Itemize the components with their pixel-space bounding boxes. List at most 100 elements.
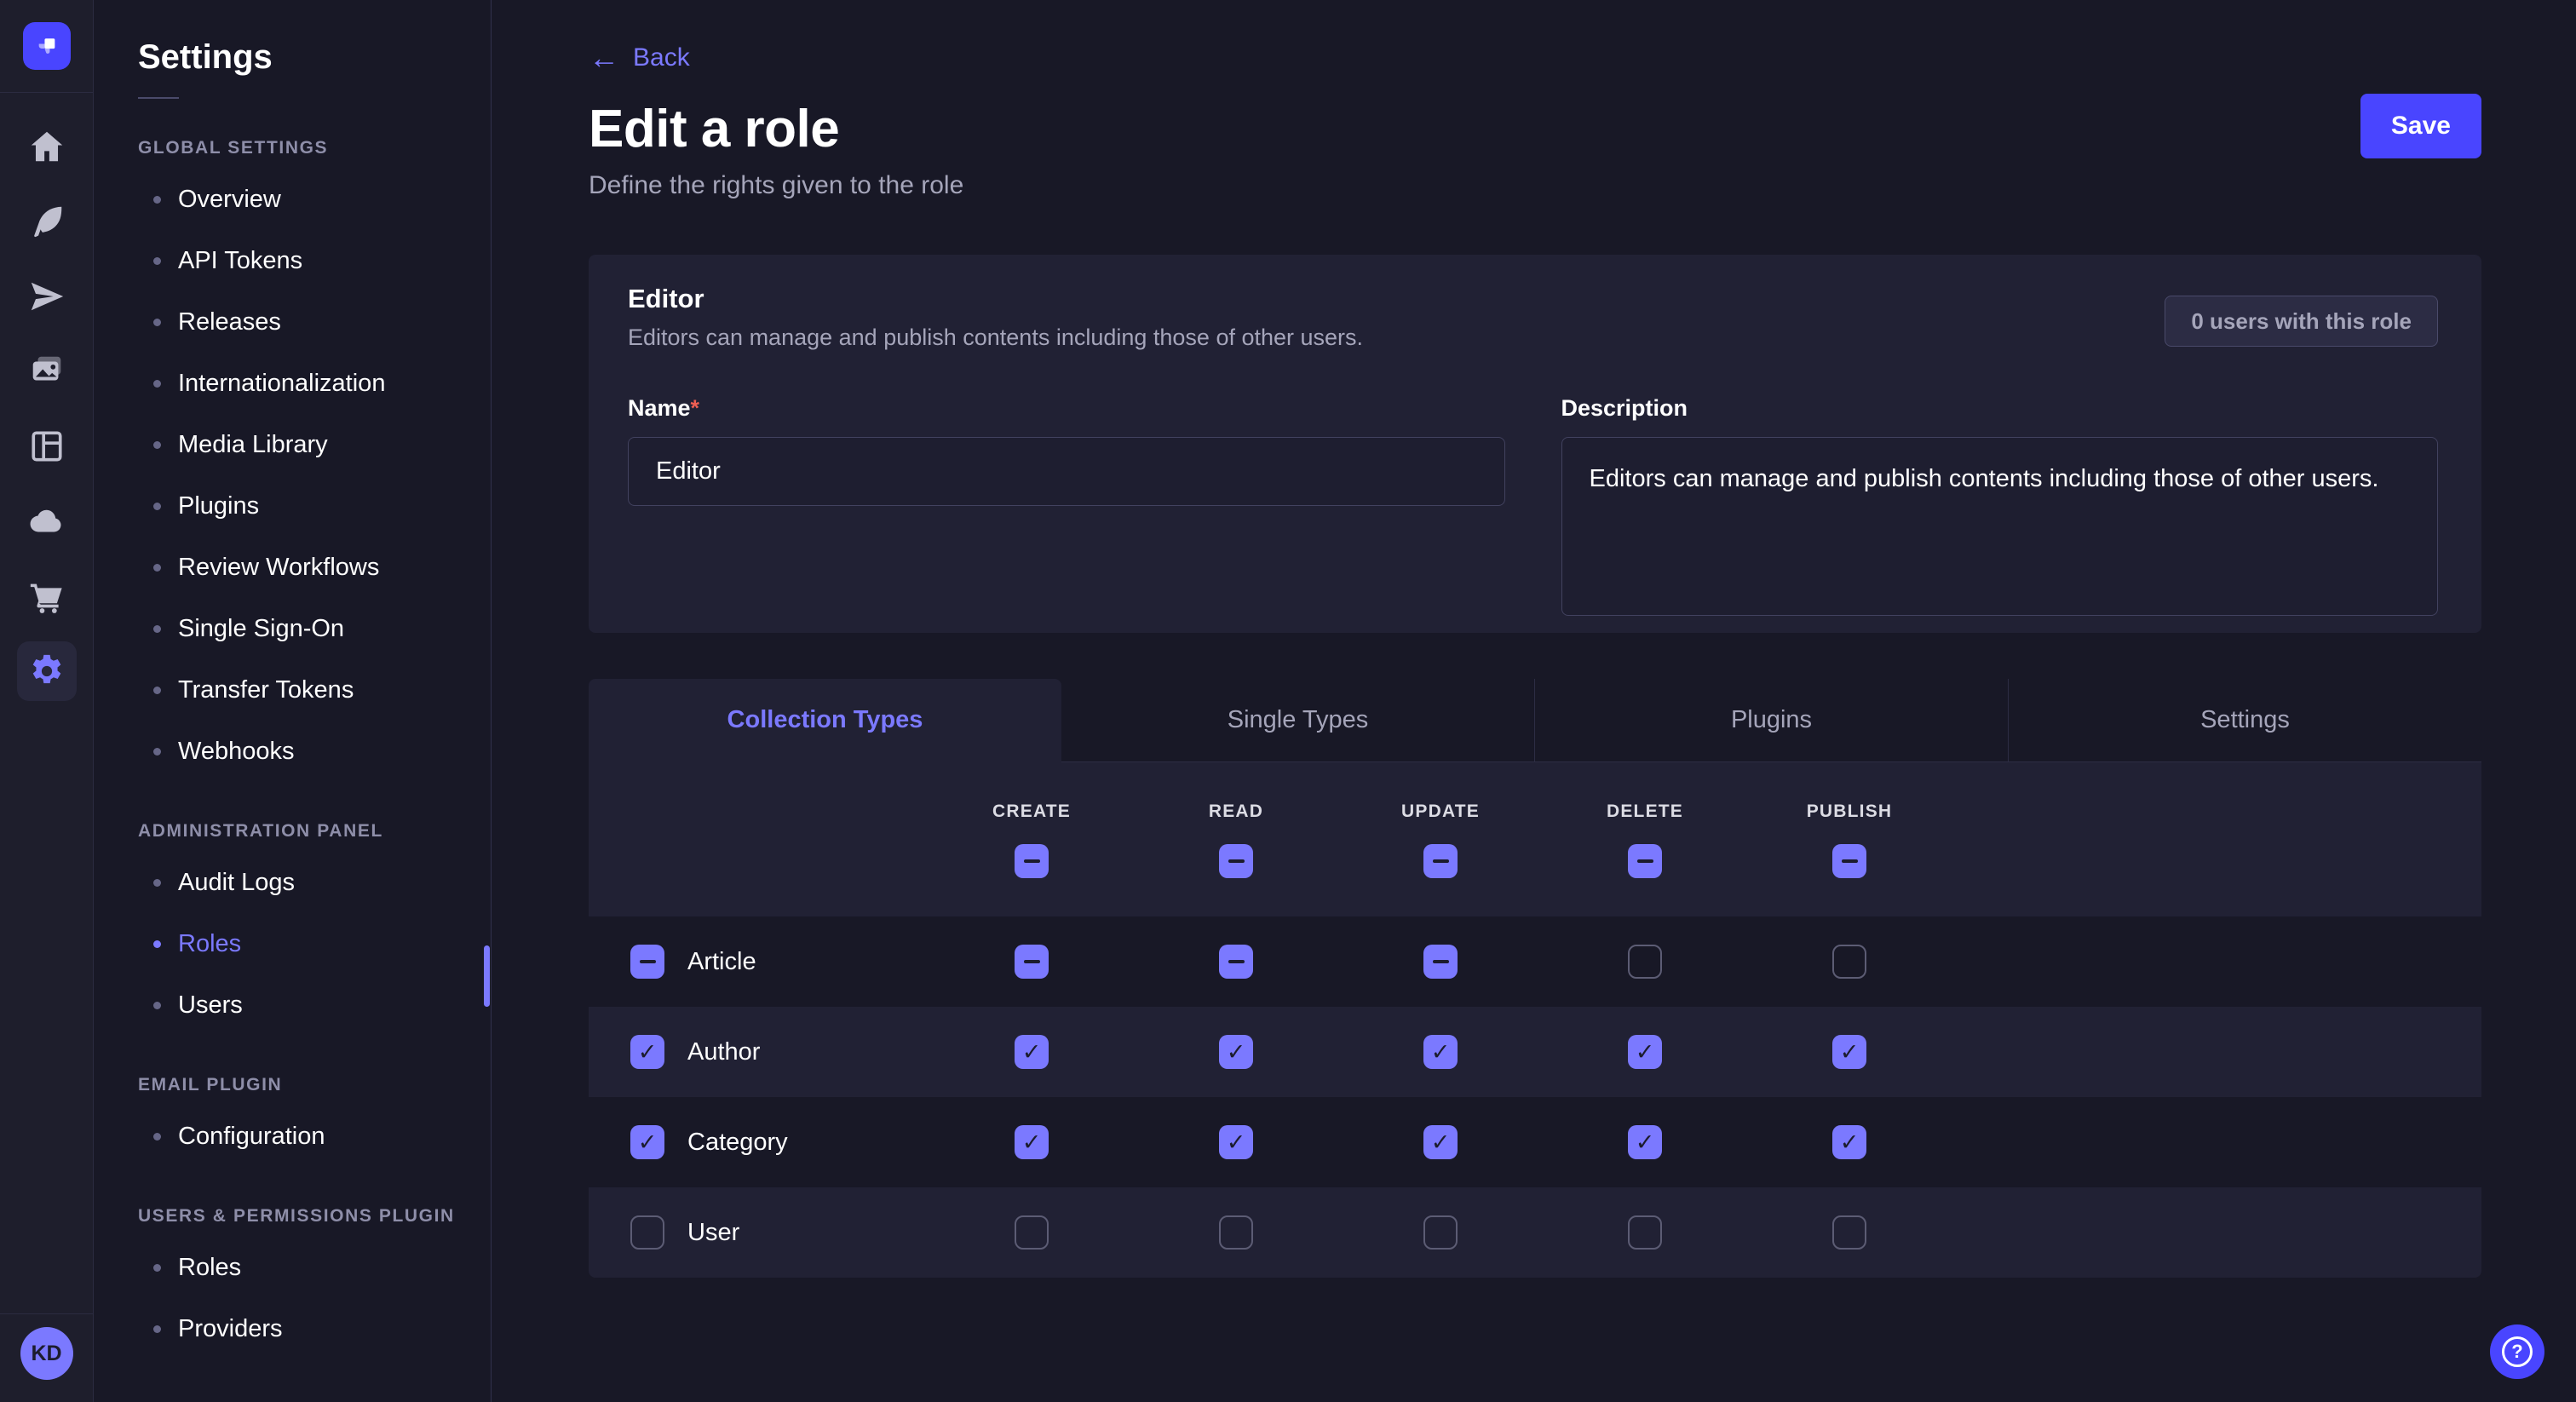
permissions-header-row: CREATEREADUPDATEDELETEPUBLISH <box>589 762 2481 916</box>
subnav-title-divider <box>138 97 179 99</box>
user-avatar[interactable]: KD <box>20 1327 73 1380</box>
master-checkbox-create[interactable] <box>1015 844 1049 878</box>
row-checkbox-author[interactable]: ✓ <box>630 1035 664 1069</box>
checkbox-category-create[interactable]: ✓ <box>1015 1125 1049 1159</box>
check-icon: ✓ <box>1636 1041 1655 1064</box>
name-input[interactable] <box>628 437 1505 506</box>
row-checkbox-category[interactable]: ✓ <box>630 1125 664 1159</box>
checkbox-article-delete[interactable] <box>1628 945 1662 979</box>
checkbox-author-delete[interactable]: ✓ <box>1628 1035 1662 1069</box>
checkbox-article-publish[interactable] <box>1832 945 1866 979</box>
checkbox-category-publish[interactable]: ✓ <box>1832 1125 1866 1159</box>
tab-settings[interactable]: Settings <box>2008 679 2481 761</box>
sidebar-item-audit-logs[interactable]: Audit Logs <box>94 852 491 913</box>
permission-cell: ✓ <box>929 1125 1134 1159</box>
checkbox-author-create[interactable]: ✓ <box>1015 1035 1049 1069</box>
releases-icon[interactable] <box>27 277 66 316</box>
permission-cell <box>1134 945 1338 979</box>
bullet-icon <box>153 257 161 265</box>
sidebar-item-transfer-tokens[interactable]: Transfer Tokens <box>94 659 491 721</box>
checkbox-author-update[interactable]: ✓ <box>1423 1035 1458 1069</box>
permission-cell: ✓ <box>1543 1035 1747 1069</box>
indeterminate-dash-icon <box>640 960 656 963</box>
check-icon: ✓ <box>638 1041 658 1064</box>
sidebar-item-single-sign-on[interactable]: Single Sign-On <box>94 598 491 659</box>
page-title: Edit a role <box>589 99 2481 159</box>
sidebar-item-webhooks[interactable]: Webhooks <box>94 721 491 782</box>
sidebar-item-roles[interactable]: Roles <box>94 1237 491 1298</box>
sidebar-item-media-library[interactable]: Media Library <box>94 414 491 475</box>
master-checkbox-read[interactable] <box>1219 844 1253 878</box>
sidebar-item-label: Providers <box>178 1315 283 1343</box>
checkbox-user-publish[interactable] <box>1832 1215 1866 1250</box>
marketplace-icon[interactable] <box>27 577 66 616</box>
bullet-icon <box>153 625 161 633</box>
indeterminate-dash-icon <box>1228 960 1245 963</box>
column-label: DELETE <box>1607 802 1683 822</box>
checkbox-user-create[interactable] <box>1015 1215 1049 1250</box>
master-checkbox-publish[interactable] <box>1832 844 1866 878</box>
sidebar-item-api-tokens[interactable]: API Tokens <box>94 230 491 291</box>
checkbox-article-create[interactable] <box>1015 945 1049 979</box>
checkbox-category-read[interactable]: ✓ <box>1219 1125 1253 1159</box>
save-button[interactable]: Save <box>2360 94 2481 158</box>
bullet-icon <box>153 1133 161 1141</box>
checkbox-category-update[interactable]: ✓ <box>1423 1125 1458 1159</box>
sidebar-item-overview[interactable]: Overview <box>94 169 491 230</box>
column-label: CREATE <box>992 802 1071 822</box>
sidebar-item-configuration[interactable]: Configuration <box>94 1106 491 1167</box>
help-button[interactable]: ? <box>2490 1324 2544 1379</box>
checkbox-author-publish[interactable]: ✓ <box>1832 1035 1866 1069</box>
home-icon[interactable] <box>27 127 66 166</box>
users-count-badge[interactable]: 0 users with this role <box>2165 296 2438 347</box>
checkbox-article-read[interactable] <box>1219 945 1253 979</box>
strapi-logo[interactable] <box>23 22 71 70</box>
sidebar-item-internationalization[interactable]: Internationalization <box>94 353 491 414</box>
checkbox-user-read[interactable] <box>1219 1215 1253 1250</box>
sidebar-item-roles[interactable]: Roles <box>94 913 491 974</box>
description-textarea[interactable]: Editors can manage and publish contents … <box>1561 437 2439 616</box>
icon-rail: KD <box>0 0 94 1402</box>
content-type-builder-icon[interactable] <box>27 427 66 466</box>
row-checkbox-article[interactable] <box>630 945 664 979</box>
permission-cell: ✓ <box>1543 1125 1747 1159</box>
bullet-icon <box>153 564 161 572</box>
sidebar-section-global-settings: GLOBAL SETTINGS <box>94 138 491 158</box>
bullet-icon <box>153 196 161 204</box>
sidebar-item-users[interactable]: Users <box>94 974 491 1036</box>
sidebar-item-releases[interactable]: Releases <box>94 291 491 353</box>
content-manager-icon[interactable] <box>27 202 66 241</box>
sidebar-item-label: Media Library <box>178 431 328 459</box>
checkbox-category-delete[interactable]: ✓ <box>1628 1125 1662 1159</box>
back-link[interactable]: ← Back <box>589 43 690 73</box>
master-checkbox-delete[interactable] <box>1628 844 1662 878</box>
master-checkbox-update[interactable] <box>1423 844 1458 878</box>
media-library-icon[interactable] <box>27 352 66 391</box>
row-checkbox-user[interactable] <box>630 1215 664 1250</box>
sidebar-item-label: Review Workflows <box>178 554 379 582</box>
checkbox-user-update[interactable] <box>1423 1215 1458 1250</box>
subnav-title: Settings <box>94 38 491 77</box>
check-icon: ✓ <box>638 1131 658 1154</box>
tab-single-types[interactable]: Single Types <box>1061 679 1534 761</box>
permission-cell: ✓ <box>1134 1125 1338 1159</box>
sidebar-item-review-workflows[interactable]: Review Workflows <box>94 537 491 598</box>
column-label: UPDATE <box>1401 802 1480 822</box>
sidebar-item-label: Configuration <box>178 1123 325 1151</box>
bullet-icon <box>153 940 161 948</box>
tab-collection-types[interactable]: Collection Types <box>589 679 1061 761</box>
column-header-publish: PUBLISH <box>1747 762 1952 916</box>
checkbox-user-delete[interactable] <box>1628 1215 1662 1250</box>
settings-icon[interactable] <box>17 641 77 701</box>
subnav-scrollbar-thumb[interactable] <box>484 945 490 1007</box>
sidebar-item-providers[interactable]: Providers <box>94 1298 491 1359</box>
checkbox-author-read[interactable]: ✓ <box>1219 1035 1253 1069</box>
permission-cell: ✓ <box>1134 1035 1338 1069</box>
checkbox-article-update[interactable] <box>1423 945 1458 979</box>
indeterminate-dash-icon <box>1433 960 1449 963</box>
sidebar-item-plugins[interactable]: Plugins <box>94 475 491 537</box>
permission-cell: ✓ <box>929 1035 1134 1069</box>
deploy-icon[interactable] <box>27 502 66 541</box>
bullet-icon <box>153 748 161 756</box>
tab-plugins[interactable]: Plugins <box>1534 679 2008 761</box>
